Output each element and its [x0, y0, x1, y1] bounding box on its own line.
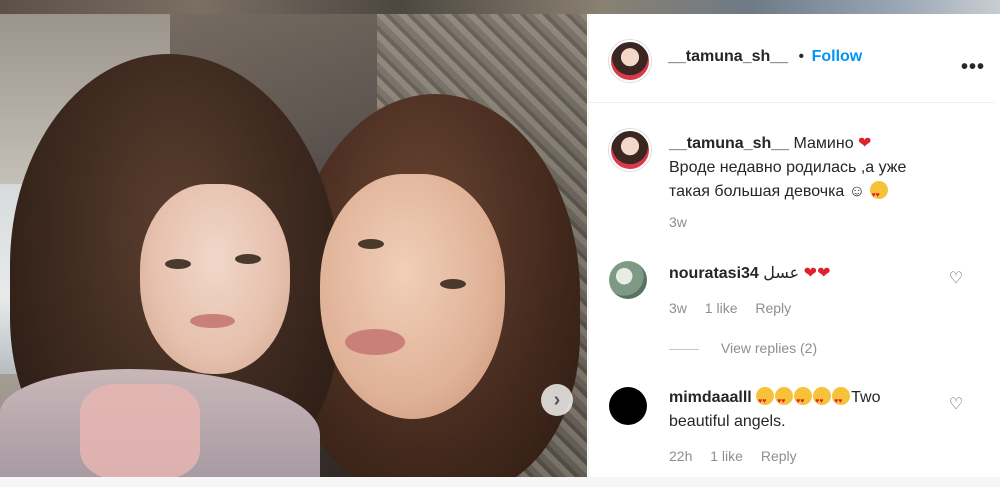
follow-button[interactable]: Follow — [812, 48, 863, 65]
comment-time: 3w — [669, 300, 687, 316]
comment-1-meta: 3w 1 like Reply — [669, 300, 805, 316]
red-heart-icon: ❤ — [803, 265, 818, 282]
commenter-avatar[interactable] — [609, 261, 647, 299]
red-heart-icon: ❤ — [858, 135, 872, 152]
post-photo[interactable]: › — [0, 14, 587, 477]
comment-time: 22h — [669, 448, 693, 464]
photo-woman-face — [320, 174, 505, 419]
comment-text: عسل — [763, 265, 800, 282]
replies-divider — [669, 348, 699, 350]
heart-outline-icon[interactable]: ♡ — [947, 270, 965, 288]
smiling-face-with-heart-eyes-icon — [775, 387, 794, 414]
photo-lips — [345, 329, 405, 355]
chevron-right-icon: › — [553, 388, 561, 411]
photo-child-shirt — [80, 384, 200, 477]
comment-text-line1: Two — [851, 389, 881, 406]
header-user-line: __tamuna_sh__ • Follow — [668, 48, 862, 66]
comment-1: nouratasi34 عسل ❤❤ — [669, 262, 830, 286]
commenter-avatar[interactable] — [609, 387, 647, 425]
post-side-panel: __tamuna_sh__ • Follow ••• __tamuna_sh__… — [588, 14, 995, 477]
photo-eye — [440, 279, 466, 289]
heart-outline-icon[interactable]: ♡ — [947, 396, 965, 414]
caption-text-line1: Мамино — [793, 135, 854, 152]
photo-lips — [190, 314, 235, 328]
photo-eye — [358, 239, 384, 249]
red-heart-icon: ❤ — [817, 265, 831, 282]
separator-dot: • — [798, 48, 805, 65]
smiling-face-with-heart-eyes-icon — [813, 387, 832, 414]
photo-eye — [165, 259, 191, 269]
next-photo-button[interactable]: › — [541, 384, 573, 416]
post-header: __tamuna_sh__ • Follow ••• — [589, 14, 995, 103]
smiling-face-with-heart-eyes-icon — [756, 387, 775, 414]
view-replies[interactable]: View replies (2) — [669, 340, 817, 356]
author-username[interactable]: __tamuna_sh__ — [668, 48, 788, 65]
comment-username[interactable]: mimdaaalll — [669, 389, 752, 406]
smiling-face-with-hearts-icon — [869, 181, 888, 208]
comment-username[interactable]: nouratasi34 — [669, 265, 759, 282]
photo-eye — [235, 254, 261, 264]
caption-text-line3: такая большая девочка ☺ — [669, 183, 866, 200]
smiling-face-with-heart-eyes-icon — [832, 387, 851, 414]
caption-avatar[interactable] — [609, 129, 651, 171]
reply-button[interactable]: Reply — [761, 448, 797, 464]
bottom-strip — [0, 477, 1000, 487]
caption-text-line2: Вроде недавно родилась ,а уже — [669, 159, 907, 176]
photo-child-face — [140, 184, 290, 374]
comment-2-meta: 22h 1 like Reply — [669, 448, 811, 464]
comment-2: mimdaaalll Two beautiful angels. — [669, 386, 934, 434]
view-replies-label[interactable]: View replies (2) — [721, 340, 817, 356]
top-image-strip — [0, 0, 1000, 14]
reply-button[interactable]: Reply — [755, 300, 791, 316]
caption-time: 3w — [669, 214, 687, 230]
smiling-face-with-heart-eyes-icon — [794, 387, 813, 414]
comment-likes[interactable]: 1 like — [710, 448, 743, 464]
more-horizontal-icon[interactable]: ••• — [961, 56, 985, 79]
author-avatar[interactable] — [609, 40, 651, 82]
caption-username[interactable]: __tamuna_sh__ — [669, 135, 789, 152]
comment-likes[interactable]: 1 like — [705, 300, 738, 316]
caption: __tamuna_sh__ Мамино ❤ Вроде недавно род… — [669, 132, 979, 208]
